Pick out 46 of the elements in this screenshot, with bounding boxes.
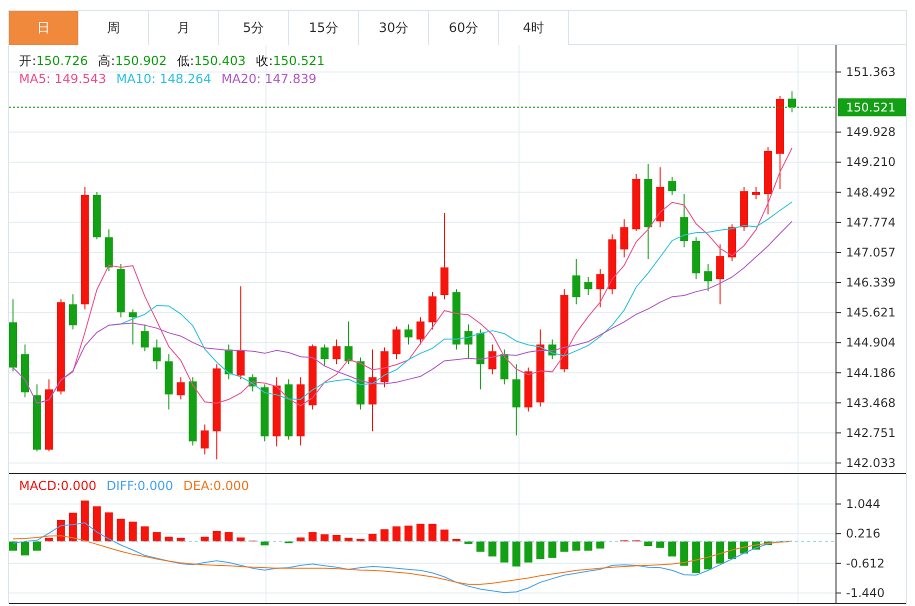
legend-item: MA20: 147.839 [221, 71, 316, 86]
y-tick-label: 143.468 [846, 396, 896, 410]
y-tick-label: 147.057 [846, 245, 896, 260]
y-tick-label: 148.492 [846, 185, 896, 200]
y-tick-label: 149.928 [846, 125, 896, 140]
price-tag: 150.521 [838, 98, 906, 116]
y-tick-label: 147.774 [846, 215, 896, 230]
axis-label: 147.057 [836, 245, 896, 260]
axis-label: 151.363 [836, 65, 896, 79]
y-tick-label: 146.339 [846, 276, 896, 290]
axis-label: 148.492 [836, 185, 896, 200]
axis-label: 145.621 [836, 306, 896, 320]
legend-item: MA5: 149.543 [19, 71, 106, 86]
y-tick-label: 144.186 [846, 366, 896, 380]
y-tick-label: 149.210 [846, 155, 896, 170]
axis-label: 147.774 [836, 215, 896, 230]
axis-label: 149.210 [836, 155, 896, 170]
axis-label: -0.612 [836, 556, 885, 570]
legend-item: MA10: 148.264 [116, 71, 212, 86]
legend-item: 低:150.403 [176, 53, 246, 70]
axis-label: 144.904 [836, 336, 896, 350]
y-tick-label: 0.216 [846, 526, 880, 541]
ref-line-label: 150.521 [846, 100, 896, 114]
legend-item: 开:150.726 [19, 53, 88, 70]
axis-label: 142.033 [836, 456, 896, 470]
axis-label: 142.751 [836, 426, 896, 440]
legend-item: 高:150.902 [98, 53, 167, 70]
y-tick-label: -0.612 [846, 556, 885, 570]
axis-label: 0.216 [836, 526, 880, 541]
legend-item: MACD:0.000 [19, 478, 96, 493]
y-tick-label: 142.033 [846, 456, 896, 470]
y-tick-label: -1.440 [846, 586, 885, 600]
y-tick-label: 145.621 [846, 306, 896, 320]
axis-label: 146.339 [836, 276, 896, 290]
y-tick-label: 142.751 [846, 426, 896, 440]
axis-label: 1.044 [836, 497, 880, 511]
legend-item: DIFF:0.000 [106, 478, 174, 493]
legend-item: 收:150.521 [256, 53, 325, 70]
legend-item: DEA:0.000 [183, 478, 250, 493]
y-tick-label: 144.904 [846, 336, 896, 350]
axis-label: 149.928 [836, 125, 896, 140]
axis-label: 144.186 [836, 366, 896, 380]
axis-label: -1.440 [836, 586, 885, 600]
y-tick-label: 151.363 [846, 64, 896, 79]
axis-label: 143.468 [836, 396, 896, 410]
y-tick-label: 1.044 [846, 496, 880, 511]
